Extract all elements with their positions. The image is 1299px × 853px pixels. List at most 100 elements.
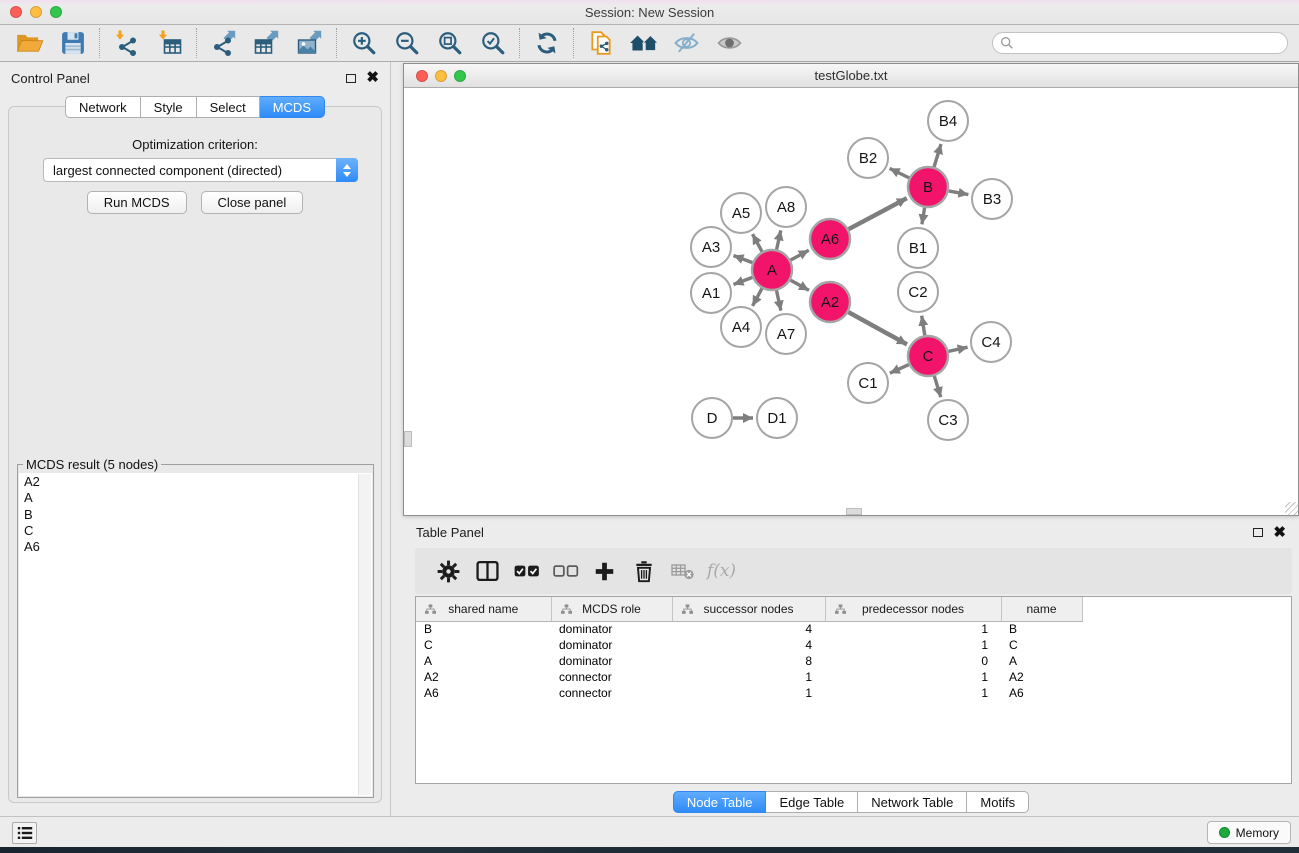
table-cell[interactable]: C xyxy=(1001,637,1082,653)
graph-edge-B-B3[interactable] xyxy=(949,191,969,195)
result-item[interactable]: A2 xyxy=(24,474,372,490)
table-cell[interactable]: B xyxy=(1001,621,1082,637)
table-row[interactable]: Adominator80A xyxy=(416,653,1082,669)
zoom-in-button[interactable] xyxy=(342,27,385,59)
add-column-button[interactable] xyxy=(585,553,624,589)
optimization-criterion-dropdown[interactable]: largest connected component (directed) xyxy=(43,158,358,182)
minimize-window-button[interactable] xyxy=(30,6,42,18)
column-header-name[interactable]: name xyxy=(1001,597,1082,621)
tab-motifs[interactable]: Motifs xyxy=(967,791,1029,813)
graph-edge-C-C4[interactable] xyxy=(949,347,968,351)
column-header-shared-name[interactable]: shared name xyxy=(416,597,551,621)
table-settings-button[interactable] xyxy=(429,553,468,589)
column-header-predecessor-nodes[interactable]: predecessor nodes xyxy=(825,597,1001,621)
graph-edge-B-B4[interactable] xyxy=(934,144,941,167)
table-cell[interactable]: dominator xyxy=(551,637,672,653)
hide-view-button[interactable] xyxy=(665,27,708,59)
search-input[interactable] xyxy=(1018,36,1280,50)
tab-select[interactable]: Select xyxy=(197,96,260,118)
graph-edge-A-A6[interactable] xyxy=(791,250,809,260)
table-row[interactable]: A6connector11A6 xyxy=(416,685,1082,701)
export-table-button[interactable] xyxy=(245,27,288,59)
canvas-bottom-scroll-stub[interactable] xyxy=(846,508,862,515)
table-cell[interactable]: A xyxy=(416,653,551,669)
column-header-successor-nodes[interactable]: successor nodes xyxy=(672,597,825,621)
table-cell[interactable]: connector xyxy=(551,685,672,701)
table-cell[interactable]: connector xyxy=(551,669,672,685)
table-cell[interactable]: A6 xyxy=(416,685,551,701)
table-cell[interactable]: 1 xyxy=(825,685,1001,701)
select-all-columns-button[interactable] xyxy=(507,553,546,589)
result-scrollbar[interactable] xyxy=(358,474,371,795)
table-cell[interactable]: 0 xyxy=(825,653,1001,669)
unselect-all-columns-button[interactable] xyxy=(546,553,585,589)
close-window-button[interactable] xyxy=(10,6,22,18)
tab-network-table[interactable]: Network Table xyxy=(858,791,967,813)
table-cell[interactable]: A xyxy=(1001,653,1082,669)
network-minimize-button[interactable] xyxy=(435,70,447,82)
delete-columns-button[interactable] xyxy=(624,553,663,589)
zoom-selected-button[interactable] xyxy=(471,27,514,59)
tab-network[interactable]: Network xyxy=(65,96,141,118)
network-zoom-button[interactable] xyxy=(454,70,466,82)
table-cell[interactable]: B xyxy=(416,621,551,637)
result-item[interactable]: B xyxy=(24,507,372,523)
close-table-panel-icon[interactable]: ✖ xyxy=(1273,528,1286,538)
graph-edge-A-A3[interactable] xyxy=(734,256,753,263)
apply-layout-button[interactable] xyxy=(525,27,568,59)
search-field[interactable] xyxy=(992,32,1288,54)
run-mcds-button[interactable]: Run MCDS xyxy=(87,191,187,214)
table-row[interactable]: Bdominator41B xyxy=(416,621,1082,637)
function-builder-button[interactable]: f(x) xyxy=(702,553,741,589)
canvas-left-scroll-stub[interactable] xyxy=(404,431,412,447)
table-cell[interactable]: 1 xyxy=(672,669,825,685)
tab-edge-table[interactable]: Edge Table xyxy=(766,791,858,813)
export-image-button[interactable] xyxy=(288,27,331,59)
save-session-button[interactable] xyxy=(51,27,94,59)
graph-edge-B-B1[interactable] xyxy=(922,208,925,225)
table-cell[interactable]: dominator xyxy=(551,653,672,669)
table-cell[interactable]: 1 xyxy=(672,685,825,701)
graph-edge-A-A2[interactable] xyxy=(790,280,809,290)
column-header-mcds-role[interactable]: MCDS role xyxy=(551,597,672,621)
graph-edge-C-C1[interactable] xyxy=(890,365,909,374)
table-cell[interactable]: 4 xyxy=(672,621,825,637)
float-table-panel-icon[interactable] xyxy=(1253,528,1263,537)
table-row[interactable]: A2connector11A2 xyxy=(416,669,1082,685)
close-panel-button[interactable]: Close panel xyxy=(201,191,304,214)
import-table-button[interactable] xyxy=(148,27,191,59)
table-cell[interactable]: A6 xyxy=(1001,685,1082,701)
graph-edge-C-C3[interactable] xyxy=(934,376,941,397)
float-panel-icon[interactable] xyxy=(346,74,356,83)
network-close-button[interactable] xyxy=(416,70,428,82)
graph-edge-A-A4[interactable] xyxy=(753,288,763,306)
table-cell[interactable]: 4 xyxy=(672,637,825,653)
close-panel-icon[interactable]: ✖ xyxy=(366,73,379,83)
graph-edge-A2-C[interactable] xyxy=(848,312,907,344)
table-cell[interactable]: A2 xyxy=(416,669,551,685)
network-window-titlebar[interactable]: testGlobe.txt xyxy=(404,64,1298,88)
tab-node-table[interactable]: Node Table xyxy=(673,791,767,813)
table-row[interactable]: Cdominator41C xyxy=(416,637,1082,653)
table-cell[interactable]: C xyxy=(416,637,551,653)
birdseye-view-button[interactable] xyxy=(708,27,751,59)
tab-style[interactable]: Style xyxy=(141,96,197,118)
create-view-button[interactable] xyxy=(622,27,665,59)
graph-edge-A-A8[interactable] xyxy=(777,230,781,249)
graph-edge-A-A5[interactable] xyxy=(753,234,763,252)
graph-edge-C-C2[interactable] xyxy=(922,316,925,336)
open-file-button[interactable] xyxy=(8,27,51,59)
result-item[interactable]: A6 xyxy=(24,539,372,555)
table-cell[interactable]: 1 xyxy=(825,637,1001,653)
table-cell[interactable]: 1 xyxy=(825,621,1001,637)
tab-mcds[interactable]: MCDS xyxy=(260,96,325,118)
delete-table-button[interactable] xyxy=(663,553,702,589)
graph-edge-A-A7[interactable] xyxy=(777,291,781,311)
memory-button[interactable]: Memory xyxy=(1207,821,1291,844)
result-item[interactable]: A xyxy=(24,490,372,506)
table-cell[interactable]: A2 xyxy=(1001,669,1082,685)
zoom-out-button[interactable] xyxy=(385,27,428,59)
graph-edge-B-B2[interactable] xyxy=(890,168,910,178)
graph-edge-A6-B[interactable] xyxy=(849,198,907,229)
graph-edge-A-A1[interactable] xyxy=(734,277,753,284)
